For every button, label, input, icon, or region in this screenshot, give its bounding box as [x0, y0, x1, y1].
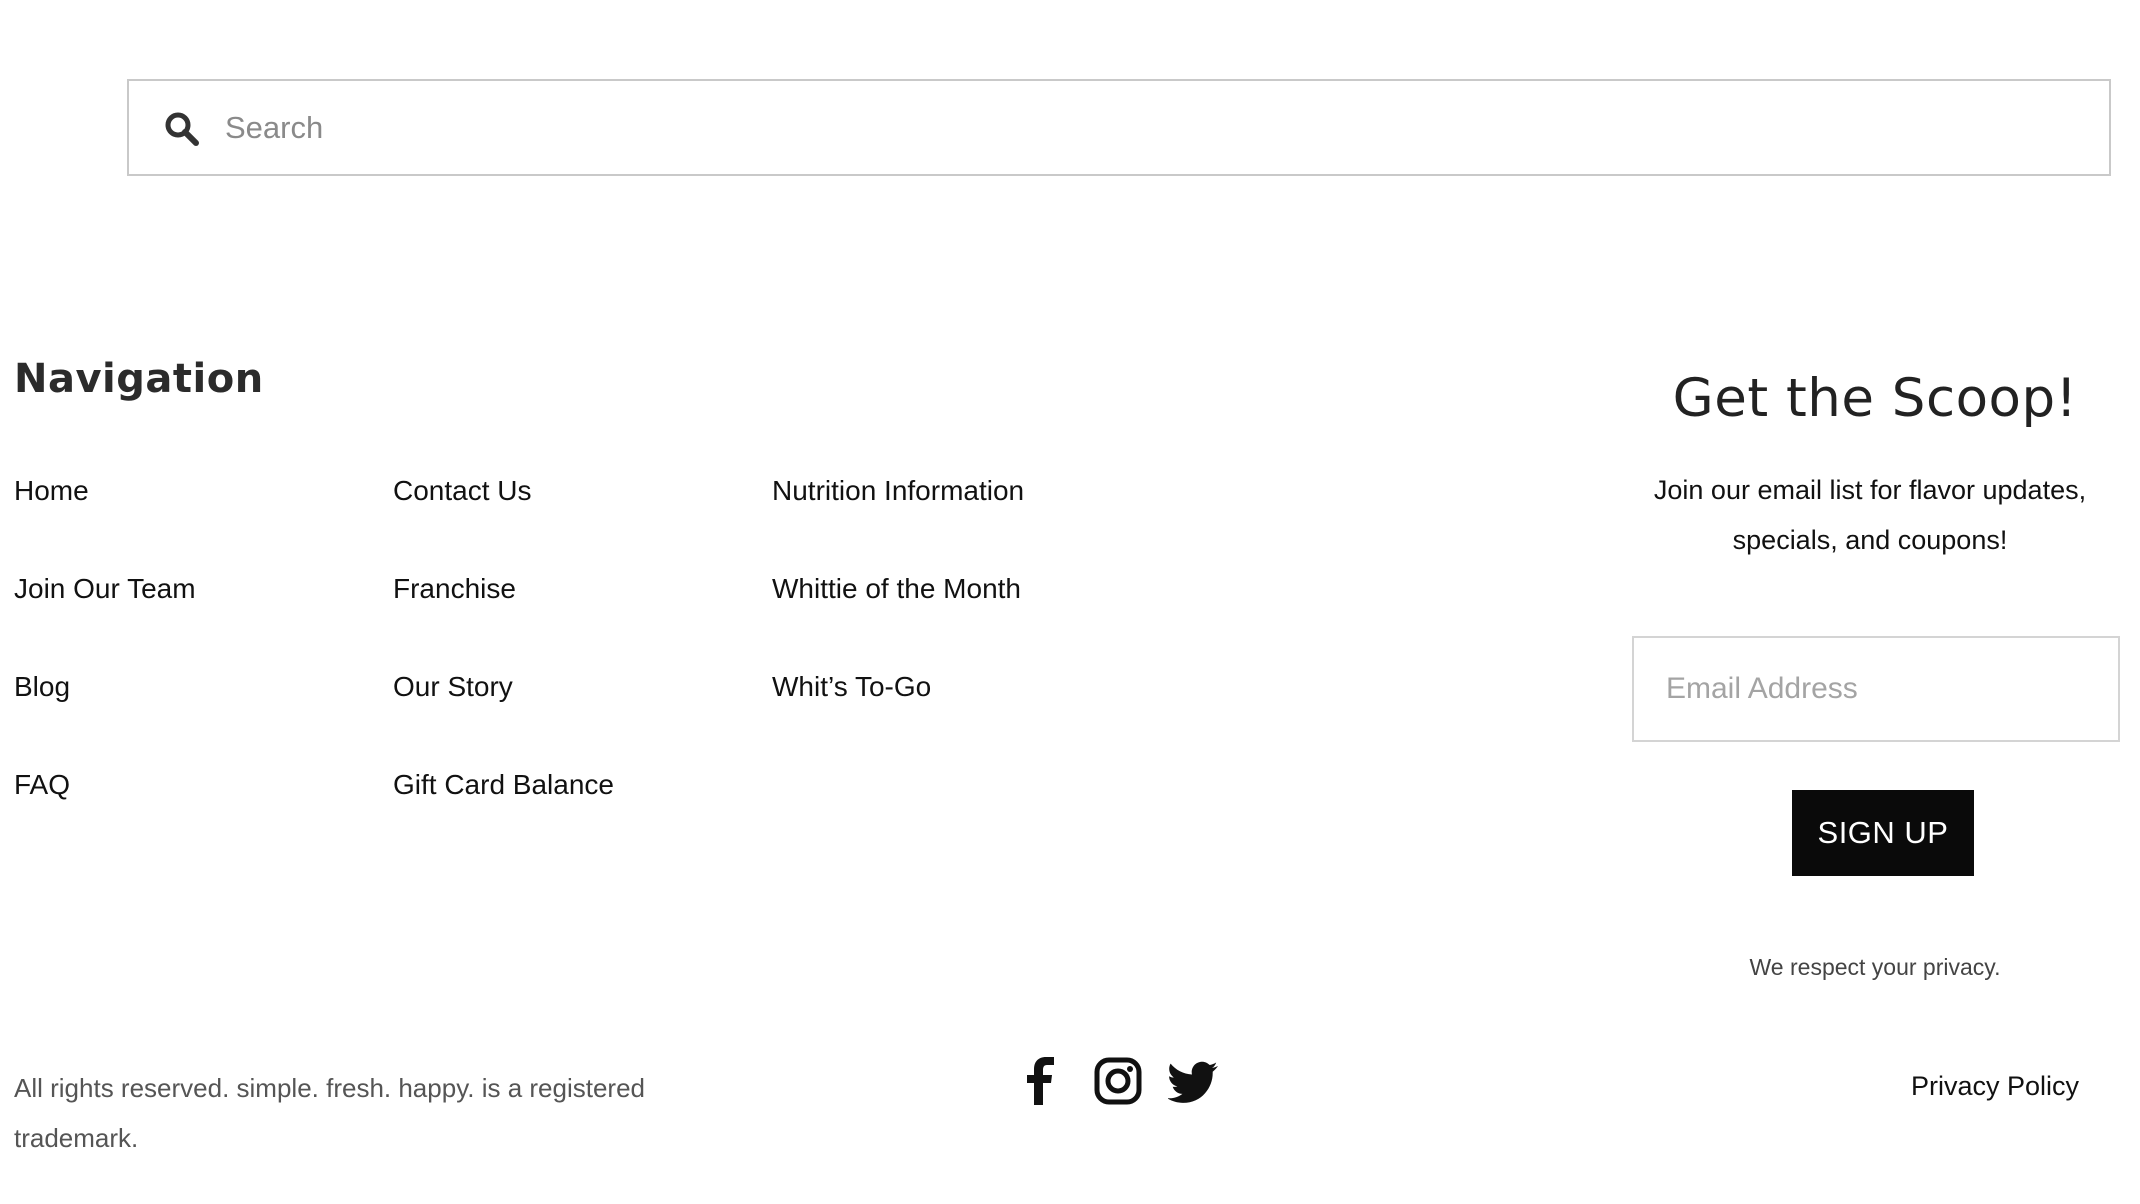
nav-link-franchise[interactable]: Franchise: [393, 575, 516, 603]
sign-up-button[interactable]: SIGN UP: [1792, 790, 1974, 876]
navigation-heading: Navigation: [14, 356, 264, 402]
nav-link-whits-to-go[interactable]: Whit’s To-Go: [772, 673, 931, 701]
newsletter-description: Join our email list for flavor updates, …: [1653, 475, 2087, 555]
twitter-icon[interactable]: [1168, 1057, 1218, 1105]
nav-link-gift-card-balance[interactable]: Gift Card Balance: [393, 771, 614, 799]
newsletter-title: Get the Scoop!: [1672, 368, 2078, 429]
privacy-note: We respect your privacy.: [1749, 954, 2001, 980]
email-field[interactable]: [1632, 636, 2120, 742]
copyright-text: All rights reserved. simple. fresh. happ…: [14, 1073, 646, 1153]
nav-link-blog[interactable]: Blog: [14, 673, 70, 701]
nav-link-join-our-team[interactable]: Join Our Team: [14, 575, 196, 603]
nav-link-whittie-of-the-month[interactable]: Whittie of the Month: [772, 575, 1021, 603]
nav-link-contact-us[interactable]: Contact Us: [393, 477, 532, 505]
search-input[interactable]: [219, 81, 2075, 174]
nav-link-nutrition-information[interactable]: Nutrition Information: [772, 477, 1024, 505]
instagram-icon[interactable]: [1094, 1057, 1142, 1105]
facebook-icon[interactable]: [1024, 1057, 1060, 1105]
nav-link-our-story[interactable]: Our Story: [393, 673, 513, 701]
search-icon[interactable]: [164, 111, 200, 147]
nav-link-faq[interactable]: FAQ: [14, 771, 70, 799]
nav-link-home[interactable]: Home: [14, 477, 89, 505]
privacy-policy-link[interactable]: Privacy Policy: [1911, 1071, 2079, 1102]
search-bar: [127, 79, 2111, 176]
